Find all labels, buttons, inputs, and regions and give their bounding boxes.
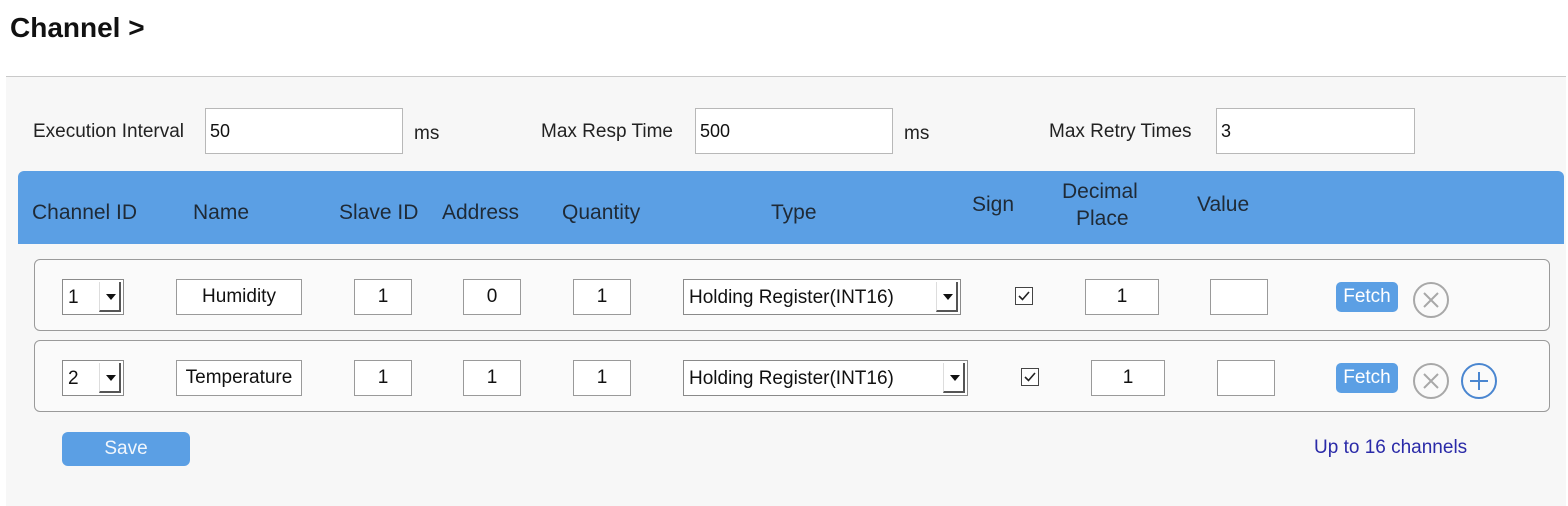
channel-id-value: 1 (68, 287, 79, 308)
header-address: Address (442, 201, 520, 224)
header-channel-id: Channel ID (32, 201, 138, 224)
max-resp-time-input[interactable] (695, 108, 893, 154)
execution-interval-input[interactable] (205, 108, 403, 154)
sign-checkbox[interactable] (1015, 287, 1033, 305)
decimal-place-input[interactable] (1091, 360, 1165, 396)
max-resp-time-unit: ms (904, 123, 930, 144)
max-retry-times-label: Max Retry Times (1049, 121, 1192, 142)
chevron-down-icon (943, 363, 965, 393)
type-value: Holding Register(INT16) (689, 287, 894, 308)
chevron-down-icon (99, 363, 121, 393)
quantity-input[interactable] (573, 279, 631, 315)
address-input[interactable] (463, 279, 521, 315)
header-decimal-place-line1: Decimal (1062, 180, 1138, 203)
plus-circle-icon[interactable] (1460, 362, 1498, 400)
header-sign: Sign (972, 193, 1015, 216)
quantity-input[interactable] (573, 360, 631, 396)
header-name: Name (193, 201, 250, 224)
channel-id-value: 2 (68, 368, 79, 389)
type-value: Holding Register(INT16) (689, 368, 894, 389)
chevron-down-icon (99, 282, 121, 312)
header-quantity: Quantity (562, 201, 641, 224)
header-value: Value (1197, 193, 1250, 216)
name-input[interactable] (176, 279, 302, 315)
slave-id-input[interactable] (354, 360, 412, 396)
fetch-button[interactable]: Fetch (1336, 282, 1398, 312)
channel-id-select[interactable]: 1 (62, 279, 124, 315)
chevron-down-icon (936, 282, 958, 312)
header-type: Type (771, 201, 817, 224)
execution-interval-unit: ms (414, 123, 440, 144)
fetch-button[interactable]: Fetch (1336, 363, 1398, 393)
header-slave-id: Slave ID (339, 201, 419, 224)
type-select[interactable]: Holding Register(INT16) (683, 360, 968, 396)
decimal-place-input[interactable] (1085, 279, 1159, 315)
max-resp-time-label: Max Resp Time (541, 121, 673, 142)
sign-checkbox[interactable] (1021, 368, 1039, 386)
address-input[interactable] (463, 360, 521, 396)
save-button[interactable]: Save (62, 432, 190, 466)
type-select[interactable]: Holding Register(INT16) (683, 279, 961, 315)
name-input[interactable] (176, 360, 302, 396)
value-input[interactable] (1217, 360, 1275, 396)
close-circle-icon[interactable] (1412, 281, 1450, 319)
value-input[interactable] (1210, 279, 1268, 315)
check-icon (1018, 291, 1030, 301)
channel-limit-hint: Up to 16 channels (1314, 437, 1468, 458)
execution-interval-label: Execution Interval (33, 121, 185, 142)
page-title: Channel > (10, 12, 145, 43)
check-icon (1024, 372, 1036, 382)
close-circle-icon[interactable] (1412, 362, 1450, 400)
max-retry-times-input[interactable] (1216, 108, 1415, 154)
header-decimal-place-line2: Place (1076, 207, 1129, 230)
slave-id-input[interactable] (354, 279, 412, 315)
channel-id-select[interactable]: 2 (62, 360, 124, 396)
